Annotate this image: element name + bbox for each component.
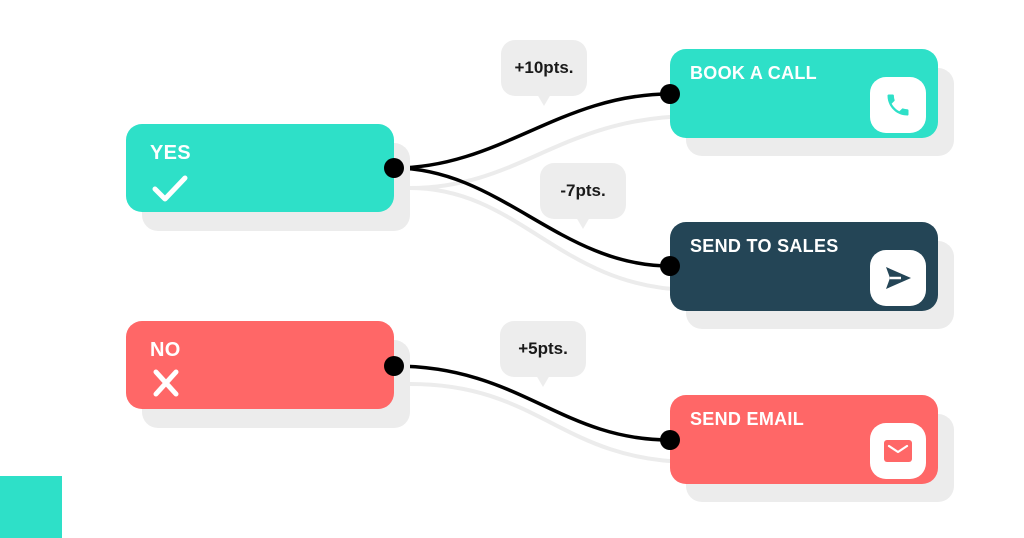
- no-label: NO: [150, 339, 181, 361]
- points-label: +10pts.: [514, 58, 574, 77]
- points-bubble-send-email: +5pts.: [500, 321, 586, 387]
- mail-icon-box: [870, 423, 926, 479]
- send-email-label: SEND EMAIL: [690, 409, 805, 429]
- check-icon: [152, 175, 188, 202]
- send-icon-box: [870, 250, 926, 306]
- book-call-node[interactable]: BOOK A CALL: [670, 49, 938, 138]
- decorative-teal-square: [0, 476, 62, 538]
- mail-icon: [884, 440, 912, 462]
- yes-label: YES: [150, 142, 191, 164]
- points-bubble-book-call: +10pts.: [501, 40, 587, 106]
- send-sales-label: SEND TO SALES: [690, 236, 839, 256]
- send-email-node[interactable]: SEND EMAIL: [670, 395, 938, 484]
- book-call-label: BOOK A CALL: [690, 63, 817, 83]
- wire-no-send-email: [393, 364, 671, 442]
- send-sales-node[interactable]: SEND TO SALES: [670, 222, 938, 311]
- wire-shadow-no-send-email: [409, 382, 691, 464]
- wire-yes-send-sales: [393, 166, 671, 268]
- points-label: -7pts.: [560, 181, 606, 200]
- yes-node[interactable]: YES: [126, 124, 394, 212]
- points-label: +5pts.: [518, 339, 568, 358]
- no-node[interactable]: NO: [126, 321, 394, 409]
- x-icon: [153, 369, 179, 397]
- phone-icon-box: [870, 77, 926, 133]
- phone-icon: [887, 94, 909, 116]
- points-bubble-send-sales: -7pts.: [540, 163, 626, 229]
- send-icon: [886, 267, 911, 289]
